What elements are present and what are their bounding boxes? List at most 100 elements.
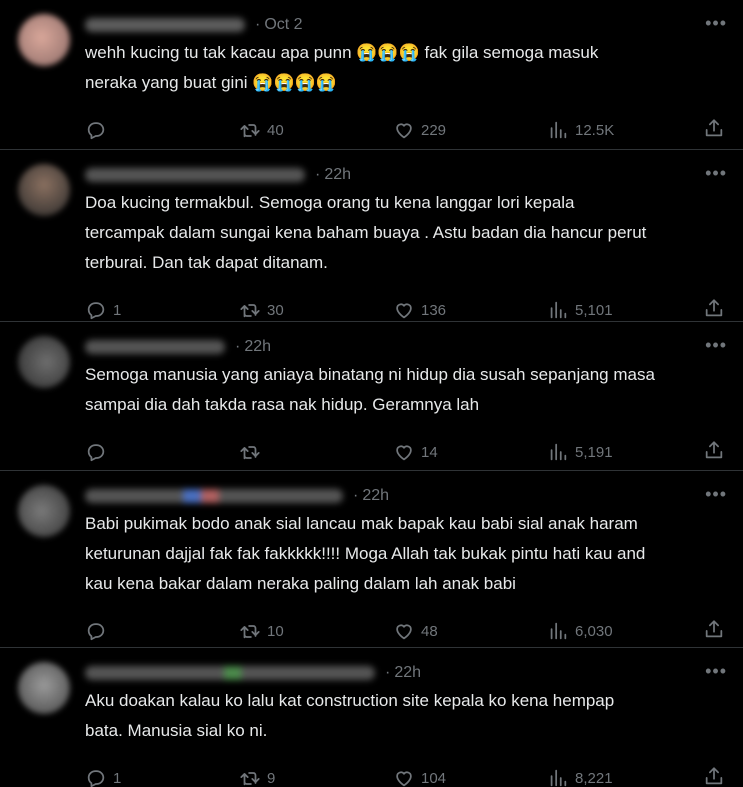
tweet-text-line: terburai. Dan tak dapat ditanam.	[85, 253, 328, 272]
like-button[interactable]: 104	[393, 767, 547, 787]
like-button[interactable]: 229	[393, 119, 547, 141]
views-button[interactable]: 8,221	[547, 767, 701, 787]
more-horizontal-icon[interactable]: •••	[705, 485, 727, 503]
like-count: 136	[421, 301, 447, 319]
more-horizontal-icon[interactable]: •••	[705, 336, 727, 354]
views-count: 5,101	[575, 301, 613, 319]
views-button[interactable]: 6,030	[547, 620, 701, 642]
heart-icon	[396, 445, 412, 461]
avatar[interactable]	[18, 485, 70, 537]
retweet-icon	[240, 625, 260, 639]
tweet-time[interactable]: Oct 2	[264, 16, 302, 34]
tweet-header: · Oct 2	[85, 12, 727, 38]
tweet-time[interactable]: 22h	[362, 487, 389, 505]
share-button[interactable]	[703, 618, 725, 644]
user-name-blurred[interactable]	[85, 340, 225, 354]
like-count: 229	[421, 121, 447, 139]
reply-icon	[87, 122, 105, 140]
tweet-text-line: Semoga manusia yang aniaya binatang ni h…	[85, 365, 655, 384]
tweet-text: wehh kucing tu tak kacau apa punn 😭😭😭 fa…	[85, 38, 727, 98]
like-button[interactable]: 48	[393, 620, 547, 642]
avatar[interactable]	[18, 662, 70, 714]
more-horizontal-icon[interactable]: •••	[705, 14, 727, 32]
reply-tweet[interactable]: · Oct 2 ••• wehh kucing tu tak kacau apa…	[0, 0, 743, 150]
like-button[interactable]: 136	[393, 299, 547, 321]
retweet-button[interactable]: 30	[239, 299, 393, 321]
tweet-text-line: Doa kucing termakbul. Semoga orang tu ke…	[85, 193, 575, 212]
tweet-header: · 22h	[85, 660, 727, 686]
tweet-text-line: keturunan dajjal fak fak fakkkkk!!!! Mog…	[85, 544, 646, 563]
retweet-button[interactable]: 40	[239, 119, 393, 141]
share-icon	[705, 299, 723, 317]
avatar[interactable]	[18, 14, 70, 66]
user-name-blurred[interactable]	[85, 489, 343, 503]
retweet-button[interactable]: 10	[239, 620, 393, 642]
tweet-text-line: bata. Manusia sial ko ni.	[85, 721, 268, 740]
retweet-button[interactable]	[239, 441, 393, 463]
avatar[interactable]	[18, 164, 70, 216]
retweet-icon	[240, 304, 260, 318]
tweet-time[interactable]: 22h	[394, 664, 421, 682]
share-button[interactable]	[703, 765, 725, 787]
tweet-text: Semoga manusia yang aniaya binatang ni h…	[85, 360, 727, 420]
tweet-header: · 22h	[85, 483, 727, 509]
reply-count: 1	[113, 301, 122, 319]
retweet-count: 10	[267, 622, 284, 640]
like-count: 14	[421, 443, 438, 461]
views-button[interactable]: 12.5K	[547, 119, 701, 141]
tweet-time[interactable]: 22h	[324, 166, 351, 184]
heart-icon	[396, 123, 412, 139]
avatar[interactable]	[18, 336, 70, 388]
heart-icon	[396, 303, 412, 319]
separator-dot: ·	[385, 664, 391, 681]
views-count: 12.5K	[575, 121, 615, 139]
reply-tweet[interactable]: · 22h ••• Doa kucing termakbul. Semoga o…	[0, 150, 743, 322]
reply-button[interactable]: 1	[85, 767, 239, 787]
retweet-icon	[240, 446, 260, 460]
user-name-blurred[interactable]	[85, 18, 245, 32]
separator-dot: ·	[315, 166, 321, 183]
more-horizontal-icon[interactable]: •••	[705, 662, 727, 680]
views-count: 8,221	[575, 769, 613, 787]
reply-button[interactable]	[85, 441, 239, 463]
reply-count: 1	[113, 769, 122, 787]
views-button[interactable]: 5,101	[547, 299, 701, 321]
reply-button[interactable]: 1	[85, 299, 239, 321]
like-count: 104	[421, 769, 447, 787]
retweet-button[interactable]: 9	[239, 767, 393, 787]
share-icon	[705, 441, 723, 459]
tweet-text-line: Babi pukimak bodo anak sial lancau mak b…	[85, 514, 638, 533]
user-name-blurred[interactable]	[85, 168, 305, 182]
heart-icon	[396, 771, 412, 787]
reply-icon	[87, 444, 105, 462]
tweet-text-line: wehh kucing tu tak kacau apa punn 😭😭😭 fa…	[85, 43, 599, 62]
reply-tweet[interactable]: · 22h ••• Aku doakan kalau ko lalu kat c…	[0, 648, 743, 787]
share-icon	[705, 620, 723, 638]
share-button[interactable]	[703, 117, 725, 143]
retweet-count: 30	[267, 301, 284, 319]
tweet-header: · 22h	[85, 334, 727, 360]
reply-tweet[interactable]: · 22h ••• Babi pukimak bodo anak sial la…	[0, 471, 743, 648]
more-horizontal-icon[interactable]: •••	[705, 164, 727, 182]
reply-button[interactable]	[85, 119, 239, 141]
like-button[interactable]: 14	[393, 441, 547, 463]
views-chart-icon	[550, 769, 567, 787]
retweet-count: 40	[267, 121, 284, 139]
views-chart-icon	[550, 443, 567, 461]
tweet-time[interactable]: 22h	[244, 338, 271, 356]
tweet-text-line: Aku doakan kalau ko lalu kat constructio…	[85, 691, 615, 710]
views-button[interactable]: 5,191	[547, 441, 701, 463]
tweet-actions: 40 229 12.5K	[85, 98, 727, 156]
reply-tweet[interactable]: · 22h ••• Semoga manusia yang aniaya bin…	[0, 322, 743, 471]
tweet-text: Babi pukimak bodo anak sial lancau mak b…	[85, 509, 727, 599]
tweet-text: Doa kucing termakbul. Semoga orang tu ke…	[85, 188, 727, 278]
retweet-icon	[240, 772, 260, 786]
tweet-header: · 22h	[85, 162, 727, 188]
share-button[interactable]	[703, 297, 725, 323]
separator-dot: ·	[235, 338, 241, 355]
user-name-blurred[interactable]	[85, 666, 375, 680]
reply-button[interactable]	[85, 620, 239, 642]
share-button[interactable]	[703, 439, 725, 465]
views-count: 6,030	[575, 622, 613, 640]
views-chart-icon	[550, 622, 567, 640]
